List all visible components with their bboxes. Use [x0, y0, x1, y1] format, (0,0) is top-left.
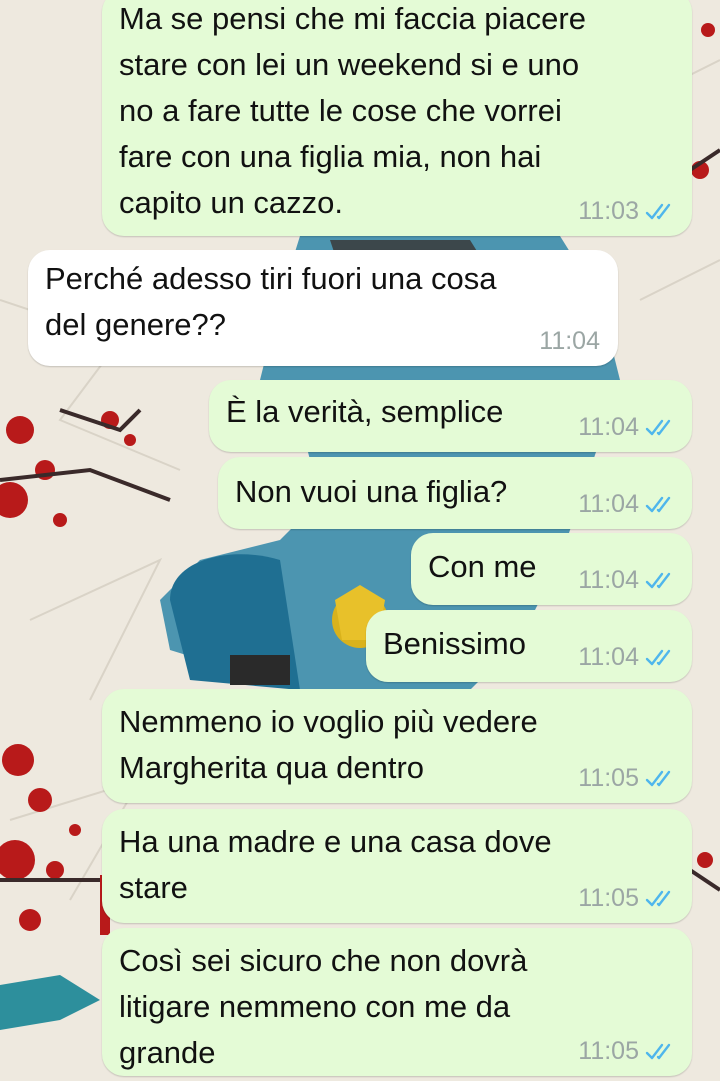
double-check-icon	[645, 419, 671, 435]
message-meta: 11:04	[578, 643, 675, 672]
message-bubble-outgoing[interactable]: Non vuoi una figlia? 11:04	[218, 457, 692, 529]
message-time: 11:05	[578, 884, 639, 912]
message-meta: 11:04	[539, 327, 600, 356]
message-bubble-outgoing[interactable]: Così sei sicuro che non dovrà litigare n…	[102, 928, 692, 1076]
message-text: Non vuoi una figlia?	[235, 474, 508, 509]
double-check-icon	[645, 649, 671, 665]
message-meta: 11:03	[578, 197, 675, 226]
message-bubble-incoming[interactable]: Perché adesso tiri fuori una cosa del ge…	[28, 250, 618, 366]
message-text: Ma se pensi che mi faccia piacere stare …	[119, 1, 586, 220]
message-meta: 11:05	[578, 764, 675, 793]
message-time: 11:05	[578, 764, 639, 792]
message-time: 11:04	[578, 413, 639, 441]
double-check-icon	[645, 1043, 671, 1059]
message-text: Benissimo	[383, 626, 526, 661]
message-time: 11:04	[578, 643, 639, 671]
message-bubble-outgoing[interactable]: Nemmeno io voglio più vedere Margherita …	[102, 689, 692, 803]
message-text: Nemmeno io voglio più vedere Margherita …	[119, 704, 538, 785]
double-check-icon	[645, 203, 671, 219]
message-meta: 11:04	[578, 413, 675, 442]
message-bubble-outgoing[interactable]: Benissimo 11:04	[366, 610, 692, 682]
message-meta: 11:04	[578, 566, 675, 595]
message-text: Perché adesso tiri fuori una cosa del ge…	[45, 261, 497, 342]
message-text: Con me	[428, 549, 537, 584]
message-bubble-outgoing[interactable]: Ha una madre e una casa dove stare 11:05	[102, 809, 692, 923]
double-check-icon	[645, 572, 671, 588]
message-bubble-outgoing[interactable]: Con me 11:04	[411, 533, 692, 605]
message-text: È la verità, semplice	[226, 394, 504, 429]
message-time: 11:05	[578, 1037, 639, 1065]
double-check-icon	[645, 890, 671, 906]
message-meta: 11:04	[578, 490, 675, 519]
message-bubble-outgoing[interactable]: Ma se pensi che mi faccia piacere stare …	[102, 0, 692, 236]
message-time: 11:03	[578, 197, 639, 225]
message-bubble-outgoing[interactable]: È la verità, semplice 11:04	[209, 380, 692, 452]
message-meta: 11:05	[578, 1037, 675, 1066]
message-time: 11:04	[539, 327, 600, 355]
message-text: Così sei sicuro che non dovrà litigare n…	[119, 943, 528, 1070]
double-check-icon	[645, 496, 671, 512]
double-check-icon	[645, 770, 671, 786]
message-time: 11:04	[578, 566, 639, 594]
message-meta: 11:05	[578, 884, 675, 913]
message-time: 11:04	[578, 490, 639, 518]
message-text: Ha una madre e una casa dove stare	[119, 824, 552, 905]
